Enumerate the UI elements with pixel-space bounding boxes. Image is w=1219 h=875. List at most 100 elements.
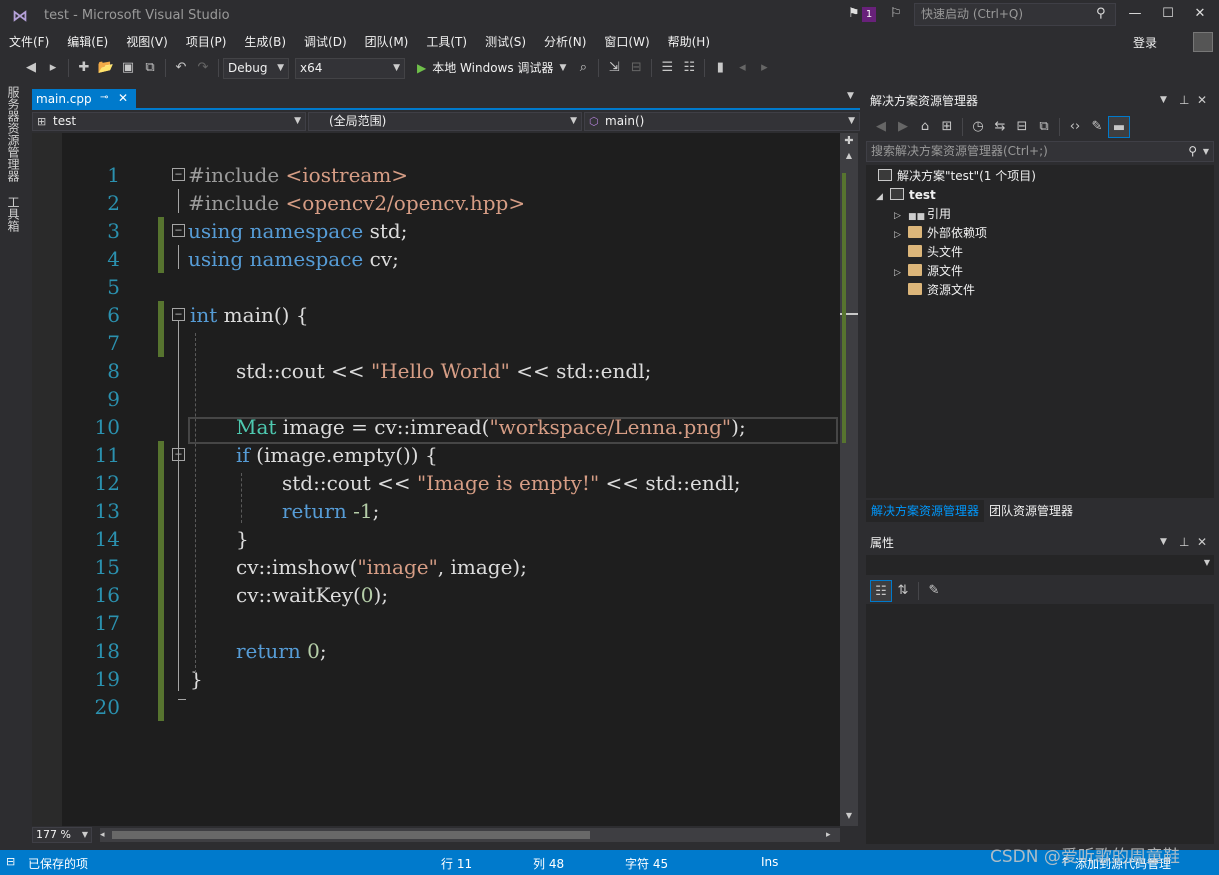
login-link[interactable]: 登录 [1133,34,1157,51]
pin-icon[interactable]: ⊸ [100,92,108,103]
configuration-select[interactable]: Debug ▼ [223,57,289,79]
tree-item-project[interactable]: ◢ test [876,186,936,205]
property-pages-icon[interactable]: ✎ [923,580,945,602]
sync-icon[interactable]: ⇆ [989,116,1011,138]
expanded-arrow-icon[interactable]: ◢ [876,188,890,207]
tree-item-resource-files[interactable]: 资源文件 [908,281,975,300]
search-icon[interactable]: ⚲ [1096,6,1106,21]
collapse-icon[interactable]: − [172,168,185,181]
categorized-icon[interactable]: ☷ [870,580,892,602]
code-line[interactable]: 15 } [32,525,840,609]
minimize-button[interactable]: — [1120,4,1150,24]
properties-object-select[interactable]: ▼ [866,555,1214,575]
alphabetical-icon[interactable]: ⇅ [892,580,914,602]
menu-debug[interactable]: 调试(D) [295,31,356,53]
zoom-select[interactable]: 177 % ▼ [32,827,92,843]
step-icon[interactable]: ⇲ [603,57,625,79]
home-icon[interactable]: ⌂ [914,116,936,138]
notification-flag-icon[interactable]: ⚑ [848,6,860,21]
horizontal-scrollbar[interactable]: ◂ ▸ [100,828,840,842]
menu-analyze[interactable]: 分析(N) [535,31,595,53]
code-line[interactable]: 13 std::cout << "Image is empty!" << std… [32,469,840,553]
menu-window[interactable]: 窗口(W) [595,31,658,53]
view-code-icon[interactable]: ‹› [1064,116,1086,138]
navigate-back-icon[interactable]: ◀ [20,57,42,79]
close-icon[interactable]: ✕ [1197,535,1207,549]
close-icon[interactable]: ✕ [1197,93,1207,107]
collapse-icon[interactable]: − [172,224,185,237]
open-file-icon[interactable]: 📂 [95,57,117,79]
scroll-down-icon[interactable]: ▼ [842,811,856,821]
tree-item-header-files[interactable]: 头文件 [908,243,963,262]
solution-search-input[interactable]: 搜索解决方案资源管理器(Ctrl+;) ⚲ ▼ [866,141,1214,162]
project-select[interactable]: ⊞ test ▼ [32,112,306,131]
uncomment-icon[interactable]: ☷ [678,57,700,79]
code-line[interactable]: 8 [32,329,840,383]
collapsed-arrow-icon[interactable]: ▷ [894,264,908,283]
chevron-down-icon[interactable]: ▼ [1160,537,1167,547]
feedback-icon[interactable]: ⚐ [890,6,902,21]
start-debugging-button[interactable]: ▶ 本地 Windows 调试器 ▼ [411,57,572,79]
scope-select[interactable]: (全局范围) ▼ [308,112,582,131]
menu-view[interactable]: 视图(V) [117,31,177,53]
code-line[interactable]: 4 − using namespace std; [32,217,840,271]
tree-item-references[interactable]: ▷ ■■ 引用 [894,205,951,224]
horizontal-scroll-thumb[interactable] [112,831,590,839]
pending-changes-icon[interactable]: ◷ [967,116,989,138]
close-tab-icon[interactable]: ✕ [118,91,128,105]
find-in-files-icon[interactable]: ⌕ [572,57,594,79]
tab-team-explorer[interactable]: 团队资源管理器 [984,500,1078,522]
save-icon[interactable]: ▣ [117,57,139,79]
platform-select[interactable]: x64 ▼ [295,57,405,79]
scroll-up-icon[interactable]: ▲ [842,151,856,161]
prev-bookmark-icon[interactable]: ◂ [731,57,753,79]
chevron-down-icon[interactable]: ▼ [1160,95,1167,105]
switch-views-icon[interactable]: ⊞ [936,116,958,138]
breakpoint-icon[interactable]: ⊟ [625,57,647,79]
show-all-files-icon[interactable]: ⧉ [1033,116,1055,138]
code-line[interactable]: 16 cv::imshow("image", image); [32,553,840,637]
next-bookmark-icon[interactable]: ▸ [753,57,775,79]
toolbox-tab[interactable]: 工具箱 [2,196,22,232]
vertical-scrollbar[interactable]: ✚ ▲ ▼ [840,133,858,826]
tab-solution-explorer[interactable]: 解决方案资源管理器 [866,500,985,522]
close-window-button[interactable]: ✕ [1185,4,1215,24]
code-line[interactable]: 19 return 0; [32,637,840,721]
menu-team[interactable]: 团队(M) [356,31,418,53]
menu-file[interactable]: 文件(F) [0,31,58,53]
split-icon[interactable]: ✚ [843,135,855,147]
collapse-all-icon[interactable]: ⊟ [1011,116,1033,138]
menu-test[interactable]: 测试(S) [476,31,535,53]
chevron-down-icon[interactable]: ▼ [847,91,854,101]
member-select[interactable]: ⬡ main() ▼ [584,112,860,131]
undo-icon[interactable]: ↶ [170,57,192,79]
menu-help[interactable]: 帮助(H) [659,31,719,53]
code-line[interactable]: 14 return -1; [32,497,840,581]
bookmark-icon[interactable]: ▮ [709,57,731,79]
code-line[interactable]: 18 [32,609,840,693]
menu-tools[interactable]: 工具(T) [417,31,476,53]
navigate-forward-icon[interactable]: ▸ [42,57,64,79]
preview-icon[interactable]: ▬ [1108,116,1130,138]
code-line[interactable]: 5 using namespace cv; [32,245,840,329]
code-line[interactable]: 3 #include <opencv2/opencv.hpp> [32,189,840,273]
code-line[interactable]: 10 [32,385,840,469]
scroll-left-icon[interactable]: ◂ [100,828,110,842]
search-icon[interactable]: ⚲ [1188,142,1197,161]
maximize-button[interactable]: ☐ [1153,4,1183,24]
pin-icon[interactable]: ⊥ [1179,93,1189,107]
tree-item-solution[interactable]: 解决方案"test"(1 个项目) [878,167,1036,186]
menu-build[interactable]: 生成(B) [235,31,295,53]
menu-project[interactable]: 项目(P) [177,31,236,53]
save-all-icon[interactable]: ⧉ [139,57,161,79]
code-line[interactable]: 9 std::cout << "Hello World" << std::end… [32,357,840,411]
redo-icon[interactable]: ↷ [192,57,214,79]
pin-icon[interactable]: ⊥ [1179,535,1189,549]
tree-item-source-files[interactable]: ▷ 源文件 [894,262,963,281]
scroll-right-icon[interactable]: ▸ [826,828,836,842]
new-project-icon[interactable]: ✚ [73,57,95,79]
server-explorer-tab[interactable]: 服务器资源管理器 [2,86,22,182]
code-line[interactable]: 2 − #include <iostream> [32,161,840,245]
code-line[interactable]: 6 [32,273,840,357]
code-line[interactable]: 20 } [32,665,840,719]
